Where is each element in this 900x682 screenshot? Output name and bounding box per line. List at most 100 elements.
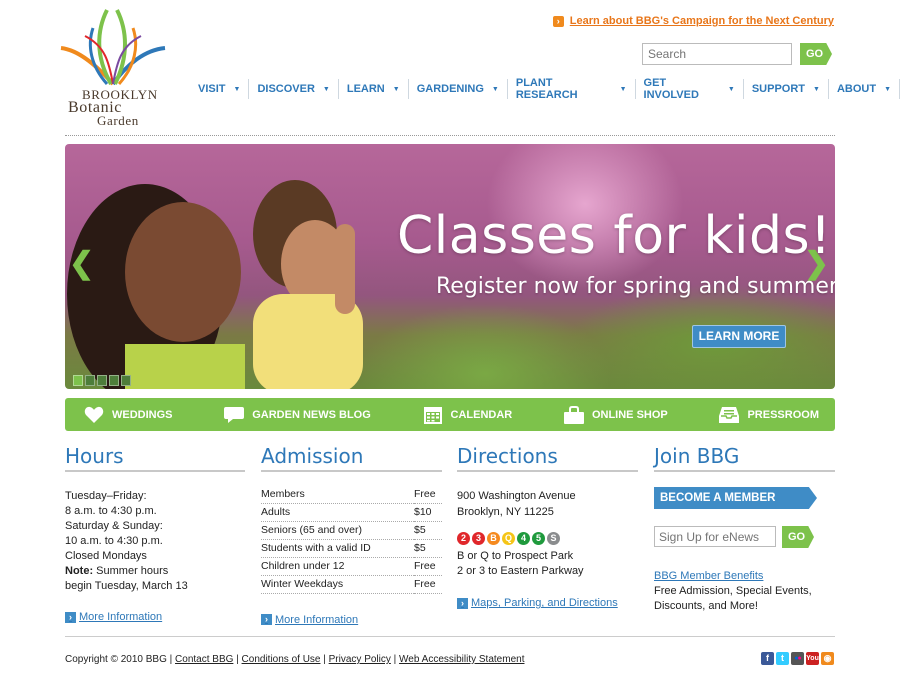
hours-line: Closed Mondays	[65, 550, 147, 562]
campaign-promo: › Learn about BBG's Campaign for the Nex…	[552, 15, 834, 27]
admission-price: Free	[414, 557, 442, 576]
learn-more-button[interactable]: LEARN MORE	[692, 325, 786, 348]
facebook-icon[interactable]: f	[761, 652, 774, 665]
quicklink-online-shop[interactable]: ONLINE SHOP	[563, 405, 668, 424]
hero-subtitle: Register now for spring and summer.	[436, 274, 835, 299]
inbox-tray-icon	[718, 406, 740, 424]
twitter-icon[interactable]: t	[776, 652, 789, 665]
table-row: Adults $10	[261, 503, 442, 522]
quicklink-calendar[interactable]: CALENDAR	[422, 406, 513, 424]
quicklink-weddings[interactable]: WEDDINGS	[83, 406, 173, 424]
admission-table: Members Free Adults $10 Seniors (65 and ov…	[261, 485, 442, 594]
admission-price: $5	[414, 521, 442, 540]
hours-line: 8 a.m. to 4:30 p.m.	[65, 505, 157, 517]
note-label: Note:	[65, 565, 94, 577]
more-label: More Information	[79, 611, 163, 623]
search-input[interactable]	[642, 43, 792, 65]
quicklink-label: PRESSROOM	[747, 408, 819, 421]
header-divider	[65, 135, 835, 136]
nav-item-about[interactable]: ABOUT ▼	[829, 79, 900, 99]
admission-label: Winter Weekdays	[261, 575, 414, 594]
quicklink-label: GARDEN NEWS BLOG	[252, 408, 371, 421]
footer-link-privacy[interactable]: Privacy Policy	[329, 654, 391, 665]
copyright: Copyright © 2010 BBG |	[65, 654, 176, 665]
footer-divider	[65, 636, 835, 637]
nav-label: LEARN	[346, 83, 385, 95]
carousel-dot[interactable]	[109, 375, 119, 386]
quicklink-label: CALENDAR	[450, 408, 513, 421]
become-member-button[interactable]: BECOME A MEMBER	[654, 487, 817, 509]
nav-item-gardening[interactable]: GARDENING ▼	[409, 79, 508, 99]
footer: Copyright © 2010 BBG | Contact BBG | Con…	[65, 654, 524, 665]
subway-lines: 2 3 B Q 4 5 S	[457, 532, 638, 545]
nav-label: GARDENING	[416, 83, 484, 95]
quicklink-garden-news-blog[interactable]: GARDEN NEWS BLOG	[223, 406, 371, 424]
subway-line-icon: Q	[502, 532, 515, 545]
arrow-right-icon: ›	[261, 614, 272, 625]
member-benefits-link[interactable]: BBG Member Benefits	[654, 570, 763, 582]
route-line: B or Q to Prospect Park	[457, 550, 574, 562]
nav-item-get-involved[interactable]: GET INVOLVED ▼	[636, 77, 744, 101]
rss-icon[interactable]: ◉	[821, 652, 834, 665]
heart-icon	[83, 406, 105, 424]
bbg-logo[interactable]: Brooklyn Botanic Garden	[57, 6, 169, 127]
campaign-link[interactable]: Learn about BBG's Campaign for the Next …	[570, 15, 834, 27]
calendar-icon	[422, 406, 444, 424]
address-line: 900 Washington Avenue	[457, 490, 576, 502]
enews-go-button[interactable]: GO	[782, 526, 814, 548]
carousel-prev-arrow-icon[interactable]: ❮	[69, 249, 94, 279]
admission-label: Members	[261, 485, 414, 504]
enews-input[interactable]	[654, 526, 776, 547]
more-label: Maps, Parking, and Directions	[471, 597, 618, 609]
subway-line-icon: 3	[472, 532, 485, 545]
arrow-right-icon: ›	[552, 15, 564, 27]
nav-item-learn[interactable]: LEARN ▼	[339, 79, 409, 99]
carousel-dot[interactable]	[97, 375, 107, 386]
admission-section: Admission Members Free Adults $10 Seniors …	[261, 444, 442, 626]
carousel-dot[interactable]	[121, 375, 131, 386]
admission-label: Students with a valid ID	[261, 539, 414, 558]
social-links: f t ●● You ◉	[761, 652, 834, 665]
directions-more-link[interactable]: › Maps, Parking, and Directions	[457, 597, 638, 609]
nav-item-visit[interactable]: VISIT ▼	[190, 79, 250, 99]
directions-section: Directions 900 Washington Avenue Brookly…	[457, 444, 638, 609]
admission-label: Children under 12	[261, 557, 414, 576]
chevron-down-icon: ▼	[322, 85, 330, 93]
transit-routes: B or Q to Prospect Park 2 or 3 to Easter…	[457, 549, 638, 579]
footer-link-accessibility[interactable]: Web Accessibility Statement	[399, 654, 524, 665]
hours-more-link[interactable]: › More Information	[65, 611, 245, 623]
carousel-indicators	[73, 375, 131, 386]
carousel-dot[interactable]	[73, 375, 83, 386]
quicklink-pressroom[interactable]: PRESSROOM	[718, 406, 819, 424]
subway-line-icon: 4	[517, 532, 530, 545]
route-line: 2 or 3 to Eastern Parkway	[457, 565, 584, 577]
nav-item-discover[interactable]: DISCOVER ▼	[249, 79, 339, 99]
footer-link-conditions[interactable]: Conditions of Use	[242, 654, 321, 665]
hours-text: Tuesday–Friday: 8 a.m. to 4:30 p.m. Satu…	[65, 489, 245, 594]
hours-note: Note: Summer hours	[65, 564, 245, 579]
arrow-right-icon: ›	[65, 611, 76, 623]
quicklink-label: WEDDINGS	[112, 408, 173, 421]
nav-item-support[interactable]: SUPPORT ▼	[744, 79, 829, 99]
admission-label: Adults	[261, 503, 414, 522]
table-row: Students with a valid ID $5	[261, 539, 442, 558]
quicklink-label: ONLINE SHOP	[591, 408, 668, 421]
search-go-button[interactable]: GO	[800, 43, 832, 65]
hours-line: 10 a.m. to 4:30 p.m.	[65, 535, 163, 547]
hours-section: Hours Tuesday–Friday: 8 a.m. to 4:30 p.m…	[65, 444, 245, 623]
admission-more-link[interactable]: › More Information	[261, 614, 442, 626]
join-title: Join BBG	[654, 444, 835, 472]
separator: |	[320, 654, 329, 665]
subway-line-icon: 5	[532, 532, 545, 545]
table-row: Children under 12 Free	[261, 557, 442, 576]
footer-link-contact[interactable]: Contact BBG	[175, 654, 233, 665]
flower-logo-icon	[60, 9, 166, 86]
flickr-icon[interactable]: ●●	[791, 652, 804, 665]
carousel-dot[interactable]	[85, 375, 95, 386]
address-line: Brooklyn, NY 11225	[457, 506, 554, 518]
nav-item-plant-research[interactable]: PLANT RESEARCH ▼	[508, 77, 636, 101]
address: 900 Washington Avenue Brooklyn, NY 11225	[457, 488, 638, 520]
youtube-icon[interactable]: You	[806, 652, 819, 665]
hours-line: Tuesday–Friday:	[65, 490, 147, 502]
hero-carousel[interactable]: ❮ ❯ Classes for kids! Register now for s…	[65, 144, 835, 389]
